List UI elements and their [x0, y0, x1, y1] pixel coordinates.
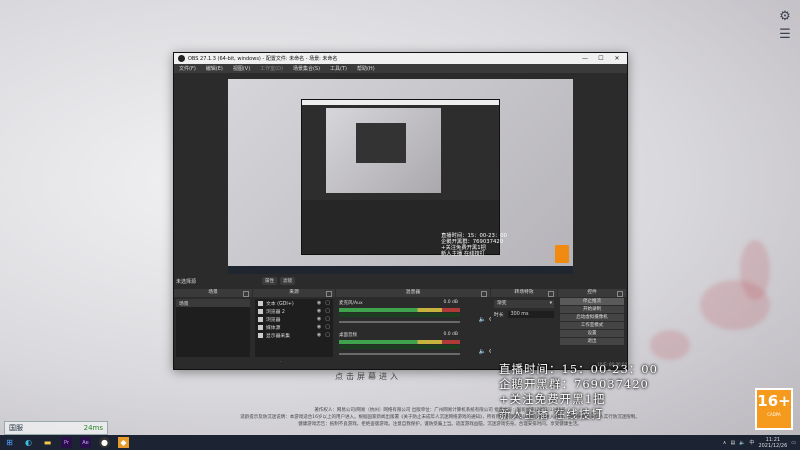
controls-dock: 控件 停止推流 开始录制 启动虚拟摄像机 工作室模式 设置 退出 — [558, 289, 626, 369]
overlay-line: 企鹅开黑群：769037420 — [499, 377, 649, 391]
obs-window-title: OBS 27.1.3 (64-bit, windows) - 配置文件: 未命名… — [188, 56, 338, 62]
nested-obs-preview — [301, 99, 500, 255]
mic-level-meter — [339, 308, 460, 312]
lock-icon[interactable]: ▢ — [325, 332, 330, 338]
input-language[interactable]: 中 — [749, 439, 754, 446]
duration-input[interactable]: 300 ms — [507, 311, 554, 318]
visibility-eye-icon[interactable]: ◉ — [317, 308, 321, 314]
start-recording-button[interactable]: 开始录制 — [560, 306, 624, 313]
file-explorer-icon[interactable]: ▬ — [42, 437, 53, 448]
edge-browser-icon[interactable]: ◐ — [23, 437, 34, 448]
mixer-dock-title: 混音器 — [336, 289, 490, 297]
source-item[interactable]: 浏览器 ◉ ▢ — [255, 315, 333, 323]
filters-button[interactable]: 滤镜 — [280, 277, 295, 285]
taskbar-clock[interactable]: 11:21 2021/12/26 — [758, 437, 787, 449]
mixer-channel-mic: 麦克风/Aux 0.0 dB 🔈 ⚙ — [336, 299, 494, 331]
menu-file[interactable]: 文件(F) — [179, 65, 196, 72]
settings-gear-icon[interactable]: ⚙ — [778, 10, 792, 24]
visibility-eye-icon[interactable]: ◉ — [317, 300, 321, 306]
text-source-icon — [258, 300, 263, 306]
premiere-icon[interactable]: Pr — [61, 437, 72, 448]
lock-icon[interactable]: ▢ — [325, 316, 330, 322]
windows-start-icon[interactable]: ⊞ — [4, 437, 15, 448]
visibility-eye-icon[interactable]: ◉ — [317, 316, 321, 322]
legal-footer: 著作权人：网易公司/网易（杭州）网络有限公司 出版单位：广州网易计算机系统有限公… — [240, 408, 640, 427]
close-icon[interactable]: ✕ — [609, 53, 625, 64]
transitions-dock-title: 转场特效 — [491, 289, 557, 297]
transitions-dock: 转场特效 渐变 ▾ 时长 300 ms — [491, 289, 557, 369]
browser-source-icon — [258, 308, 263, 314]
desktop-level-meter — [339, 340, 460, 344]
browser-source-icon — [258, 316, 263, 322]
menu-view[interactable]: 视图(V) — [233, 65, 250, 72]
overlay-line: +关注免费开黑1把 — [499, 392, 606, 406]
source-item[interactable]: 媒体源 ◉ ▢ — [255, 323, 333, 331]
mixer-dock: 混音器 麦克风/Aux 0.0 dB 🔈 ⚙ 桌面音频 0.0 dB 🔈 ⚙ — [336, 289, 494, 369]
menu-icon[interactable]: ☰ — [778, 28, 792, 42]
preview-age-badge — [555, 245, 569, 263]
menu-help[interactable]: 帮助(H) — [357, 65, 375, 72]
photoshop-icon[interactable]: Ae — [80, 437, 91, 448]
source-item[interactable]: 浏览器 2 ◉ ▢ — [255, 307, 333, 315]
server-ping: 24ms — [83, 424, 103, 432]
obs-logo-icon — [178, 55, 185, 62]
preview-taskbar — [228, 266, 573, 274]
speaker-icon[interactable]: 🔈 — [479, 316, 486, 323]
scene-item[interactable]: 场景 — [176, 299, 250, 307]
visibility-eye-icon[interactable]: ◉ — [317, 332, 321, 338]
network-icon[interactable]: ▤ — [730, 440, 735, 446]
menu-edit[interactable]: 编辑(E) — [206, 65, 223, 72]
obs-menu-bar: 文件(F) 编辑(E) 视图(V) 工作室(D) 场景集合(S) 工具(T) 帮… — [174, 64, 627, 73]
menu-studio[interactable]: 工作室(D) — [260, 65, 283, 72]
age-rating-badge: 16+ CADPA — [755, 388, 793, 430]
speaker-icon[interactable]: 🔈 — [479, 348, 486, 355]
obs-taskbar-icon[interactable]: ● — [99, 437, 110, 448]
enter-screen-prompt[interactable]: 点击屏幕进入 — [335, 371, 401, 382]
mic-volume-slider[interactable] — [339, 321, 460, 323]
exit-button[interactable]: 退出 — [560, 338, 624, 345]
volume-icon[interactable]: 🔈 — [739, 440, 745, 446]
obs-title-bar[interactable]: OBS 27.1.3 (64-bit, windows) - 配置文件: 未命名… — [174, 53, 627, 64]
start-virtual-camera-button[interactable]: 启动虚拟摄像机 — [560, 314, 624, 321]
lock-icon[interactable]: ▢ — [325, 308, 330, 314]
windows-taskbar: ⊞ ◐ ▬ Pr Ae ● ◆ ∧ ▤ 🔈 中 11:21 2021/12/26… — [0, 435, 800, 450]
notification-icon[interactable]: ▭ — [791, 440, 796, 446]
minimize-icon[interactable]: — — [577, 53, 593, 64]
system-tray: ∧ ▤ 🔈 中 11:21 2021/12/26 ▭ — [723, 435, 796, 450]
controls-dock-title: 控件 — [558, 289, 626, 297]
desktop-volume-slider[interactable] — [339, 353, 460, 355]
obs-preview[interactable]: 直播时间：15：00-23：00 企鹅开黑群：769037420 +关注免费开黑… — [228, 79, 573, 274]
no-source-label: 未选择源 — [176, 279, 197, 285]
scenes-dock: 场景 场景 + — ∧ ∨ — [174, 289, 252, 369]
server-name: 国服 — [9, 424, 23, 432]
lock-icon[interactable]: ▢ — [325, 324, 330, 330]
chevron-up-icon[interactable]: ∧ — [723, 440, 727, 446]
obs-window: OBS 27.1.3 (64-bit, windows) - 配置文件: 未命名… — [173, 52, 628, 370]
transition-select[interactable]: 渐变 ▾ — [494, 300, 554, 308]
lock-icon[interactable]: ▢ — [325, 300, 330, 306]
duration-label: 时长 — [494, 313, 504, 318]
source-item[interactable]: 显示器采集 ◉ ▢ — [255, 331, 333, 339]
menu-scene-collection[interactable]: 场景集合(S) — [293, 65, 320, 72]
scenes-dock-title: 场景 — [174, 289, 252, 297]
media-source-icon — [258, 324, 263, 330]
menu-tools[interactable]: 工具(T) — [330, 65, 347, 72]
preview-overlay-text: 直播时间：15：00-23：00 企鹅开黑群：769037420 +关注免费开黑… — [441, 233, 507, 257]
display-capture-icon — [258, 332, 263, 338]
server-select[interactable]: 国服 24ms — [4, 421, 108, 435]
properties-button[interactable]: 属性 — [262, 277, 277, 285]
overlay-line: 直播时间：15：00-23：00 — [499, 362, 658, 376]
settings-button[interactable]: 设置 — [560, 330, 624, 337]
maximize-icon[interactable]: ☐ — [593, 53, 609, 64]
sources-dock-title: 来源 — [253, 289, 335, 297]
sources-dock: 来源 文本 (GDI+) ◉ ▢ 浏览器 2 ◉ ▢ 浏览器 ◉ ▢ 媒体源 ◉ ▢ 显示器采集… — [253, 289, 335, 369]
stop-streaming-button[interactable]: 停止推流 — [560, 298, 624, 305]
studio-mode-button[interactable]: 工作室模式 — [560, 322, 624, 329]
mixer-channel-desktop: 桌面音频 0.0 dB 🔈 ⚙ — [336, 331, 494, 363]
visibility-eye-icon[interactable]: ◉ — [317, 324, 321, 330]
game-launcher-icon[interactable]: ◆ — [118, 437, 129, 448]
source-item[interactable]: 文本 (GDI+) ◉ ▢ — [255, 299, 333, 307]
